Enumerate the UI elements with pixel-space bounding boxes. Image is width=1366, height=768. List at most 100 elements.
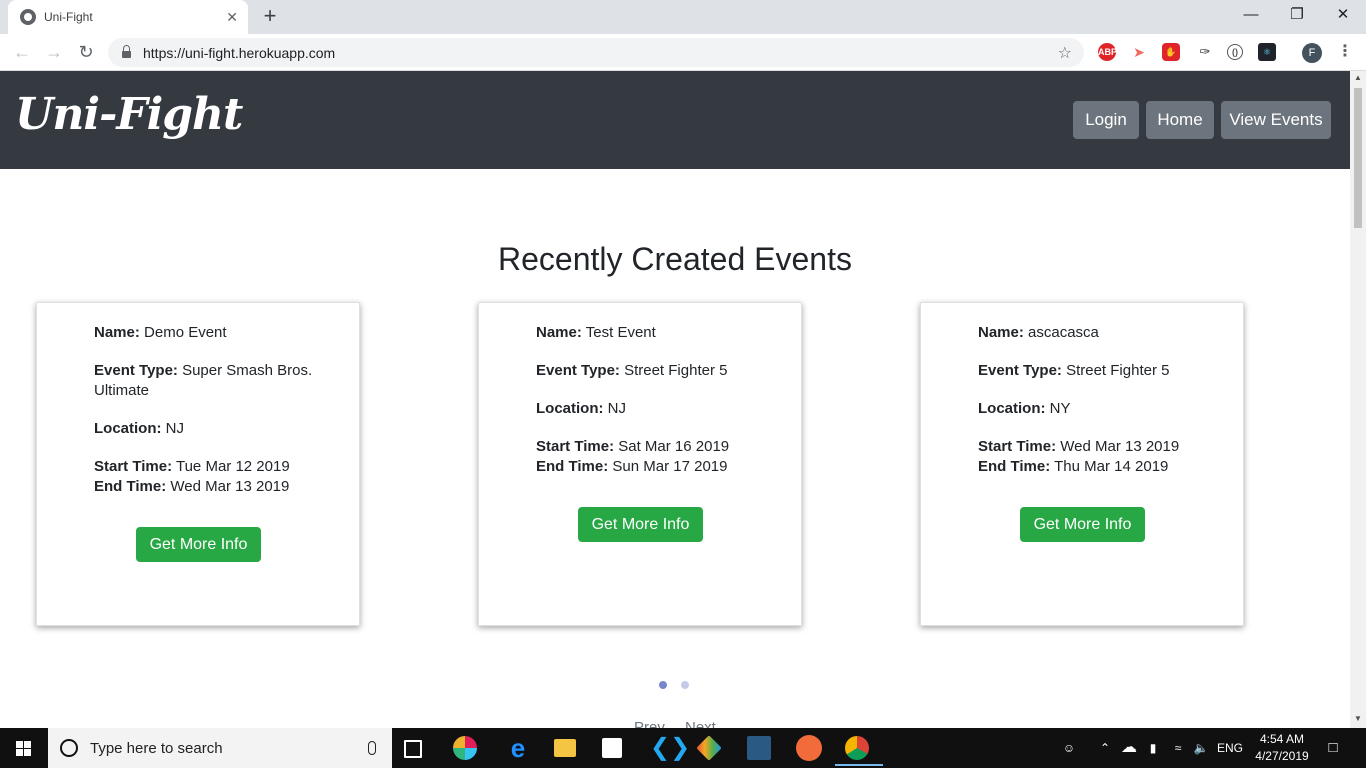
event-type: Street Fighter 5: [1066, 362, 1170, 379]
location-label: Location:: [978, 400, 1046, 417]
event-end-time: Thu Mar 14 2019: [1054, 458, 1169, 475]
event-type: Street Fighter 5: [624, 362, 728, 379]
event-type-label: Event Type:: [94, 362, 178, 379]
carousel-dot[interactable]: [681, 681, 689, 689]
eyedropper-icon[interactable]: ✑: [1196, 43, 1214, 61]
microphone-icon[interactable]: [368, 741, 376, 755]
clock-time: 4:54 AM: [1259, 732, 1305, 746]
task-view-icon[interactable]: [404, 740, 422, 758]
wifi-icon[interactable]: ≈: [1168, 728, 1188, 768]
store-icon[interactable]: [602, 738, 622, 758]
chrome-icon[interactable]: [835, 736, 883, 766]
event-type-label: Event Type:: [978, 362, 1062, 379]
bookmark-star-icon[interactable]: ☆: [1058, 43, 1072, 63]
people-icon[interactable]: ☺: [1058, 728, 1080, 768]
system-clock[interactable]: 4:54 AM 4/27/2019: [1252, 731, 1312, 765]
page-scrollbar[interactable]: ▲ ▼: [1350, 71, 1366, 728]
event-name: ascacasca: [1028, 324, 1099, 341]
menu-icon[interactable]: ⋮: [1336, 43, 1354, 61]
event-location: NY: [1049, 400, 1071, 417]
minimize-button[interactable]: —: [1228, 0, 1274, 30]
event-card: Name: Test Event Event Type: Street Figh…: [478, 302, 802, 626]
url-text: https://uni-fight.herokuapp.com: [143, 44, 336, 61]
event-end-time: Sun Mar 17 2019: [612, 458, 728, 475]
language-indicator[interactable]: ENG: [1216, 728, 1244, 768]
close-window-button[interactable]: ✕: [1320, 0, 1366, 30]
name-label: Name:: [978, 324, 1024, 341]
restore-button[interactable]: ❐: [1274, 0, 1320, 30]
code-icon[interactable]: (): [1227, 44, 1243, 60]
get-more-info-button[interactable]: Get More Info: [578, 507, 703, 542]
event-start-time: Tue Mar 12 2019: [175, 458, 290, 475]
battery-icon[interactable]: ▮: [1144, 728, 1162, 768]
event-location: NJ: [165, 420, 185, 437]
mysql-icon[interactable]: [747, 736, 771, 760]
end-time-label: End Time:: [536, 458, 609, 475]
windows-logo-icon: [16, 741, 32, 756]
profile-avatar[interactable]: F: [1302, 43, 1322, 63]
start-time-label: Start Time:: [536, 438, 615, 455]
scroll-up-arrow-icon[interactable]: ▲: [1350, 73, 1366, 82]
page-viewport: Uni-Fight Login Home View Events Recentl…: [0, 71, 1350, 728]
onedrive-icon[interactable]: ☁: [1118, 728, 1140, 768]
windows-taskbar: Type here to search e ❮❯ ☺ ⌃ ☁ ▮ ≈ 🔈 ENG…: [0, 728, 1366, 768]
start-time-label: Start Time:: [978, 438, 1057, 455]
get-more-info-button[interactable]: Get More Info: [1020, 507, 1145, 542]
abp-icon[interactable]: ABP: [1098, 43, 1117, 61]
notification-icon[interactable]: □: [1320, 728, 1346, 768]
scrollbar-thumb[interactable]: [1354, 88, 1362, 228]
name-label: Name:: [536, 324, 582, 341]
show-hidden-icons-chevron-up-icon[interactable]: ⌃: [1096, 728, 1114, 768]
nav-login-button[interactable]: Login: [1073, 101, 1139, 139]
event-start-time: Wed Mar 13 2019: [1060, 438, 1180, 455]
event-start-time: Sat Mar 16 2019: [618, 438, 730, 455]
react-icon[interactable]: ⚛: [1258, 43, 1276, 61]
new-tab-button[interactable]: +: [258, 4, 282, 28]
lock-icon: [122, 45, 131, 58]
close-tab-icon[interactable]: ✕: [226, 9, 238, 26]
tab-strip: Uni-Fight ✕ + — ❐ ✕: [0, 0, 1366, 34]
event-card: Name: ascacasca Event Type: Street Fight…: [920, 302, 1244, 626]
next-link[interactable]: Next: [685, 719, 716, 728]
back-button[interactable]: ←: [10, 40, 34, 64]
scroll-down-arrow-icon[interactable]: ▼: [1350, 714, 1366, 723]
get-more-info-button[interactable]: Get More Info: [136, 527, 261, 562]
carousel-dot-active[interactable]: [659, 681, 667, 689]
event-location: NJ: [607, 400, 627, 417]
tab-title: Uni-Fight: [44, 10, 93, 24]
search-placeholder: Type here to search: [90, 739, 223, 757]
event-name: Demo Event: [144, 324, 227, 341]
nav-home-button[interactable]: Home: [1146, 101, 1214, 139]
location-label: Location:: [536, 400, 604, 417]
page-title: Recently Created Events: [498, 241, 852, 277]
prev-link[interactable]: Prev: [634, 719, 665, 728]
browser-tab[interactable]: Uni-Fight ✕: [8, 0, 248, 34]
slack-icon[interactable]: [453, 736, 477, 760]
address-bar[interactable]: https://uni-fight.herokuapp.com ☆: [108, 38, 1084, 67]
postman-icon[interactable]: [796, 735, 822, 761]
git-icon[interactable]: [696, 735, 722, 761]
reload-button[interactable]: ↻: [74, 40, 98, 64]
end-time-label: End Time:: [94, 478, 167, 495]
cortana-icon: [60, 739, 78, 757]
file-explorer-icon[interactable]: [554, 739, 576, 757]
globe-icon: [20, 9, 36, 25]
event-type-label: Event Type:: [536, 362, 620, 379]
name-label: Name:: [94, 324, 140, 341]
taskbar-search[interactable]: Type here to search: [48, 728, 392, 768]
stop-icon[interactable]: ✋: [1162, 43, 1180, 61]
site-navbar: Uni-Fight Login Home View Events: [0, 71, 1350, 169]
site-logo[interactable]: Uni-Fight: [15, 89, 243, 140]
start-button[interactable]: [0, 728, 48, 768]
event-name: Test Event: [585, 324, 656, 341]
end-time-label: End Time:: [978, 458, 1051, 475]
start-time-label: Start Time:: [94, 458, 173, 475]
vscode-icon[interactable]: ❮❯: [650, 734, 690, 762]
location-label: Location:: [94, 420, 162, 437]
forward-button[interactable]: →: [42, 40, 66, 64]
volume-icon[interactable]: 🔈: [1190, 728, 1212, 768]
edge-icon[interactable]: e: [504, 734, 532, 762]
clock-date: 4/27/2019: [1255, 749, 1309, 763]
cast-icon[interactable]: ➤: [1130, 43, 1148, 61]
nav-view-events-button[interactable]: View Events: [1221, 101, 1331, 139]
